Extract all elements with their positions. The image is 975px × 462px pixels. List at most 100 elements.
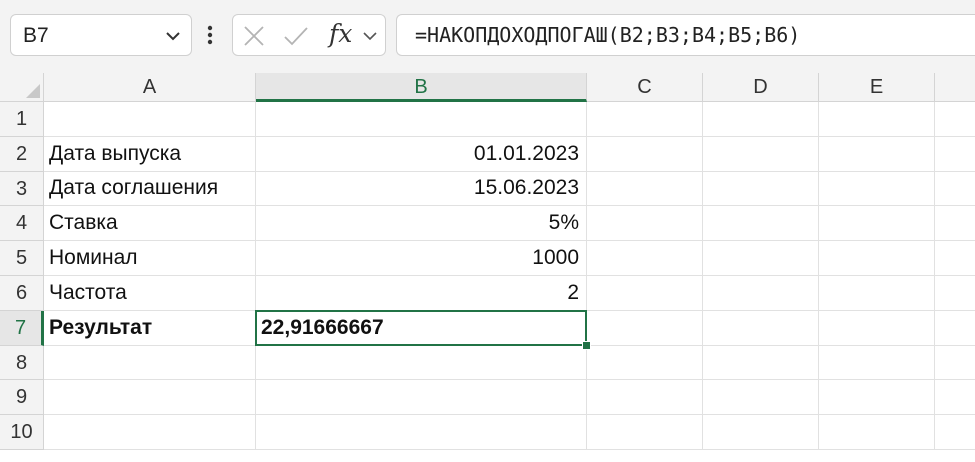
cell-d4[interactable]: [703, 206, 819, 242]
row-header-4[interactable]: 4: [0, 206, 44, 242]
row-header-9[interactable]: 9: [0, 380, 44, 416]
cell-c5[interactable]: [587, 241, 703, 276]
cell-f5[interactable]: [935, 241, 975, 276]
cell-c2[interactable]: [587, 136, 703, 172]
more-options-icon[interactable]: [204, 20, 216, 50]
cell-a9[interactable]: [44, 380, 256, 416]
cell-c6[interactable]: [587, 276, 703, 311]
row-header-1[interactable]: 1: [0, 102, 44, 137]
cell-f10[interactable]: [935, 415, 975, 450]
cell-b5[interactable]: 1000: [256, 241, 587, 276]
formula-text: =НАКОПДОХОДПОГАШ(B2;B3;B4;B5;B6): [415, 23, 801, 47]
row-header-7[interactable]: 7: [0, 310, 44, 346]
cell-c7[interactable]: [587, 310, 703, 346]
insert-function-button[interactable]: fx: [329, 19, 352, 48]
cell-a7[interactable]: Результат: [44, 310, 256, 346]
cell-a3-value: Дата соглашения: [49, 176, 219, 200]
cell-b9[interactable]: [256, 380, 587, 416]
cell-f1[interactable]: [935, 102, 975, 137]
cell-b4-value: 5%: [548, 211, 579, 235]
cell-e6[interactable]: [819, 276, 935, 311]
cell-a7-value: Результат: [49, 315, 153, 339]
cancel-icon[interactable]: [243, 25, 265, 47]
column-header-a[interactable]: A: [44, 73, 256, 102]
cell-b10[interactable]: [256, 415, 587, 450]
row-header-8[interactable]: 8: [0, 345, 44, 381]
cell-b4[interactable]: 5%: [256, 206, 587, 242]
cell-a2[interactable]: Дата выпуска: [44, 136, 256, 172]
cell-b2[interactable]: 01.01.2023: [256, 136, 587, 172]
cell-e1[interactable]: [819, 102, 935, 137]
formula-bar: B7 fx =НАКОПДОХОДПОГАШ(B2;B3;B4;B5;B6): [0, 0, 975, 73]
cell-a1[interactable]: [44, 102, 256, 137]
cell-a3[interactable]: Дата соглашения: [44, 171, 256, 207]
row-header-5[interactable]: 5: [0, 241, 44, 276]
formula-input[interactable]: =НАКОПДОХОДПОГАШ(B2;B3;B4;B5;B6): [396, 14, 975, 56]
cell-e2[interactable]: [819, 136, 935, 172]
cell-a4-value: Ставка: [49, 211, 118, 235]
cell-e8[interactable]: [819, 345, 935, 381]
row-header-3[interactable]: 3: [0, 171, 44, 207]
cell-f3[interactable]: [935, 172, 975, 207]
cell-b3[interactable]: 15.06.2023: [256, 171, 587, 207]
select-all-button[interactable]: [0, 73, 44, 102]
cell-d5[interactable]: [703, 241, 819, 276]
cell-f6[interactable]: [935, 276, 975, 311]
cell-f4[interactable]: [935, 206, 975, 242]
cell-d8[interactable]: [703, 345, 819, 381]
column-header-e[interactable]: E: [819, 73, 935, 102]
cell-b6[interactable]: 2: [256, 276, 587, 311]
cell-b1[interactable]: [256, 102, 587, 137]
cell-c3[interactable]: [587, 171, 703, 207]
cell-b8[interactable]: [256, 345, 587, 381]
cell-e10[interactable]: [819, 415, 935, 450]
cell-e9[interactable]: [819, 380, 935, 416]
cell-c9[interactable]: [587, 380, 703, 416]
cell-a8[interactable]: [44, 345, 256, 381]
chevron-down-icon[interactable]: [163, 26, 183, 46]
cell-c1[interactable]: [587, 102, 703, 137]
cell-b5-value: 1000: [532, 246, 579, 270]
cell-d3[interactable]: [703, 171, 819, 207]
cell-f7[interactable]: [935, 311, 975, 346]
cell-f8[interactable]: [935, 346, 975, 381]
cell-b6-value: 2: [567, 280, 579, 304]
cell-d1[interactable]: [703, 102, 819, 137]
cell-f9[interactable]: [935, 380, 975, 416]
cell-e4[interactable]: [819, 206, 935, 242]
cell-b2-value: 01.01.2023: [473, 141, 579, 165]
cell-a5-value: Номинал: [49, 246, 138, 270]
column-header-d[interactable]: D: [703, 73, 819, 102]
cell-a2-value: Дата выпуска: [49, 141, 182, 165]
row-header-2[interactable]: 2: [0, 136, 44, 172]
select-all-triangle-icon: [26, 84, 40, 98]
row-header-6[interactable]: 6: [0, 276, 44, 311]
cell-c4[interactable]: [587, 206, 703, 242]
cell-d10[interactable]: [703, 415, 819, 450]
formula-buttons: fx: [232, 14, 386, 56]
row-header-10[interactable]: 10: [0, 415, 44, 450]
cell-e3[interactable]: [819, 171, 935, 207]
cell-d7[interactable]: [703, 310, 819, 346]
cell-a5[interactable]: Номинал: [44, 241, 256, 276]
column-header-b[interactable]: B: [256, 73, 587, 102]
cell-f2[interactable]: [935, 137, 975, 172]
checkmark-icon[interactable]: [283, 25, 309, 47]
cell-c10[interactable]: [587, 415, 703, 450]
column-header-c[interactable]: C: [587, 73, 703, 102]
cell-d2[interactable]: [703, 136, 819, 172]
spreadsheet-grid: ABCDE 1 2 3 4 5 6 7 8 9 10 Дата выпуска 01.01.2023…: [0, 73, 975, 462]
column-header-extra[interactable]: [935, 73, 975, 102]
cell-c8[interactable]: [587, 345, 703, 381]
cell-d9[interactable]: [703, 380, 819, 416]
name-box[interactable]: B7: [10, 14, 192, 56]
chevron-down-icon[interactable]: [361, 27, 379, 45]
cell-a4[interactable]: Ставка: [44, 206, 256, 242]
cell-a6[interactable]: Частота: [44, 276, 256, 311]
cell-d6[interactable]: [703, 276, 819, 311]
fill-handle[interactable]: [582, 340, 591, 350]
cell-a10[interactable]: [44, 415, 256, 450]
cell-e5[interactable]: [819, 241, 935, 276]
name-box-value: B7: [23, 24, 49, 47]
cell-e7[interactable]: [819, 310, 935, 346]
